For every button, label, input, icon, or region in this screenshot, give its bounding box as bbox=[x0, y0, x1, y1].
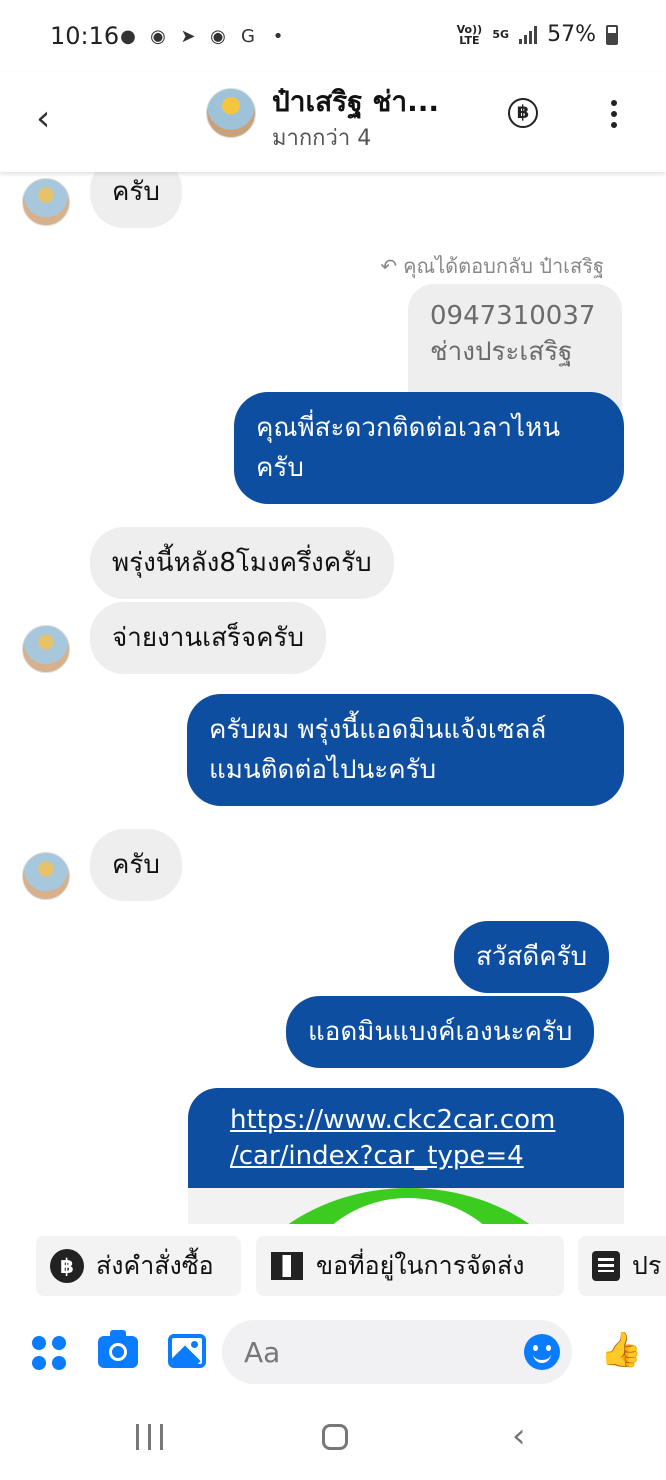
message-line: คุณพี่สะดวกติดต่อเวลาไหน bbox=[256, 413, 560, 443]
link-message[interactable]: https://www.ckc2car.com /car/index?car_t… bbox=[188, 1088, 624, 1224]
message-bubble[interactable]: ครับ bbox=[90, 829, 182, 901]
dot-icon: • bbox=[272, 26, 284, 47]
message-line: ครับ bbox=[256, 453, 304, 483]
quoted-line: 0947310037 bbox=[430, 301, 596, 331]
status-app-icons: ● ◉ ➤ ◉ G • bbox=[116, 26, 290, 47]
reply-arrow-icon: ↶ bbox=[380, 254, 398, 278]
battery-icon bbox=[606, 24, 618, 45]
message-input[interactable] bbox=[244, 1332, 524, 1372]
camera-icon[interactable] bbox=[98, 1330, 138, 1368]
message-bubble[interactable]: ครับ bbox=[90, 172, 182, 228]
volte-label: Vo)) LTE bbox=[456, 22, 483, 47]
signal-icon bbox=[519, 25, 538, 44]
quick-reply-order[interactable]: ฿ ส่งคำสั่งซื้อ bbox=[36, 1236, 241, 1296]
status-time: 10:16 bbox=[50, 22, 120, 50]
contact-name[interactable]: ป๋าเสริฐ ช่า... bbox=[272, 80, 439, 124]
message-bubble[interactable]: ครับผม พรุ่งนี้แอดมินแจ้งเซลล์ แมนติดต่อ… bbox=[187, 694, 624, 806]
battery-percent: 57% bbox=[547, 22, 596, 47]
message-composer: 👍 bbox=[0, 1312, 666, 1398]
sender-avatar[interactable] bbox=[22, 852, 70, 900]
link-preview-image[interactable] bbox=[188, 1188, 624, 1224]
back-button[interactable]: ‹ bbox=[36, 98, 66, 139]
contact-avatar[interactable] bbox=[206, 88, 256, 138]
map-icon bbox=[270, 1249, 304, 1283]
message-line: ครับผม พรุ่งนี้แอดมินแจ้งเซลล์ bbox=[209, 715, 547, 745]
reply-note: ↶ คุณได้ตอบกลับ ป๋าเสริฐ bbox=[380, 250, 604, 282]
status-bar: 10:16 ● ◉ ➤ ◉ G • Vo)) LTE 5G 57% bbox=[0, 0, 666, 72]
message-input-box[interactable] bbox=[222, 1320, 572, 1384]
5g-label: 5G bbox=[492, 28, 510, 41]
more-options-button[interactable] bbox=[604, 94, 624, 134]
link-line: https://www.ckc2car.com bbox=[230, 1105, 556, 1135]
reply-note-text: คุณได้ตอบกลับ ป๋าเสริฐ bbox=[403, 254, 604, 278]
message-bubble[interactable]: สวัสดีครับ bbox=[454, 921, 610, 993]
status-right: Vo)) LTE 5G 57% bbox=[456, 22, 618, 47]
message-bubble[interactable]: คุณพี่สะดวกติดต่อเวลาไหน ครับ bbox=[234, 392, 624, 504]
messenger-icon: ◉ bbox=[150, 26, 166, 47]
message-link[interactable]: https://www.ckc2car.com /car/index?car_t… bbox=[230, 1102, 555, 1174]
message-bubble[interactable]: แอดมินแบงค์เองนะครับ bbox=[286, 996, 595, 1068]
system-nav-bar: ‹ bbox=[0, 1398, 666, 1480]
chat-bubble-icon: ● bbox=[120, 26, 136, 47]
thumbs-up-icon[interactable]: 👍 bbox=[600, 1330, 642, 1370]
emoji-icon[interactable] bbox=[524, 1334, 560, 1370]
quoted-line: ช่างประเสริฐ bbox=[430, 337, 573, 367]
quick-reply-address[interactable]: ขอที่อยู่ในการจัดส่ง bbox=[256, 1236, 564, 1296]
home-button[interactable] bbox=[322, 1424, 348, 1450]
gallery-icon[interactable] bbox=[168, 1334, 206, 1368]
recents-button[interactable] bbox=[136, 1424, 163, 1450]
chat-header: ‹ ป๋าเสริฐ ช่า... มากกว่า 4 ฿ bbox=[0, 72, 666, 172]
list-icon bbox=[592, 1249, 620, 1283]
quick-reply-label: ปร bbox=[632, 1251, 662, 1280]
contact-subtitle: มากกว่า 4 bbox=[272, 126, 372, 151]
system-back-button[interactable]: ‹ bbox=[512, 1416, 526, 1456]
sender-avatar[interactable] bbox=[22, 178, 70, 226]
nav-arrow-icon: ➤ bbox=[180, 26, 196, 47]
message-line: แมนติดต่อไปนะครับ bbox=[209, 755, 437, 785]
message-bubble[interactable]: พรุ่งนี้หลัง8โมงครึ่งครับ bbox=[90, 527, 394, 599]
g-icon: G bbox=[241, 26, 255, 47]
message-bubble[interactable]: จ่ายงานเสร็จครับ bbox=[90, 602, 326, 674]
sender-avatar[interactable] bbox=[22, 625, 70, 673]
message-thread: ครับ ↶ คุณได้ตอบกลับ ป๋าเสริฐ 0947310037 … bbox=[0, 172, 666, 1224]
quick-reply-label: ขอที่อยู่ในการจัดส่ง bbox=[316, 1251, 525, 1280]
link-line: /car/index?car_type=4 bbox=[230, 1141, 524, 1171]
line-icon: ◉ bbox=[210, 26, 226, 47]
quick-reply-bar: ฿ ส่งคำสั่งซื้อ ขอที่อยู่ในการจัดส่ง ปร bbox=[0, 1228, 666, 1304]
quick-reply-label: ส่งคำสั่งซื้อ bbox=[96, 1251, 214, 1280]
quick-reply-more[interactable]: ปร bbox=[578, 1236, 666, 1296]
baht-payment-button[interactable]: ฿ bbox=[508, 98, 538, 128]
baht-icon: ฿ bbox=[50, 1249, 84, 1283]
apps-menu-icon[interactable] bbox=[32, 1336, 66, 1370]
